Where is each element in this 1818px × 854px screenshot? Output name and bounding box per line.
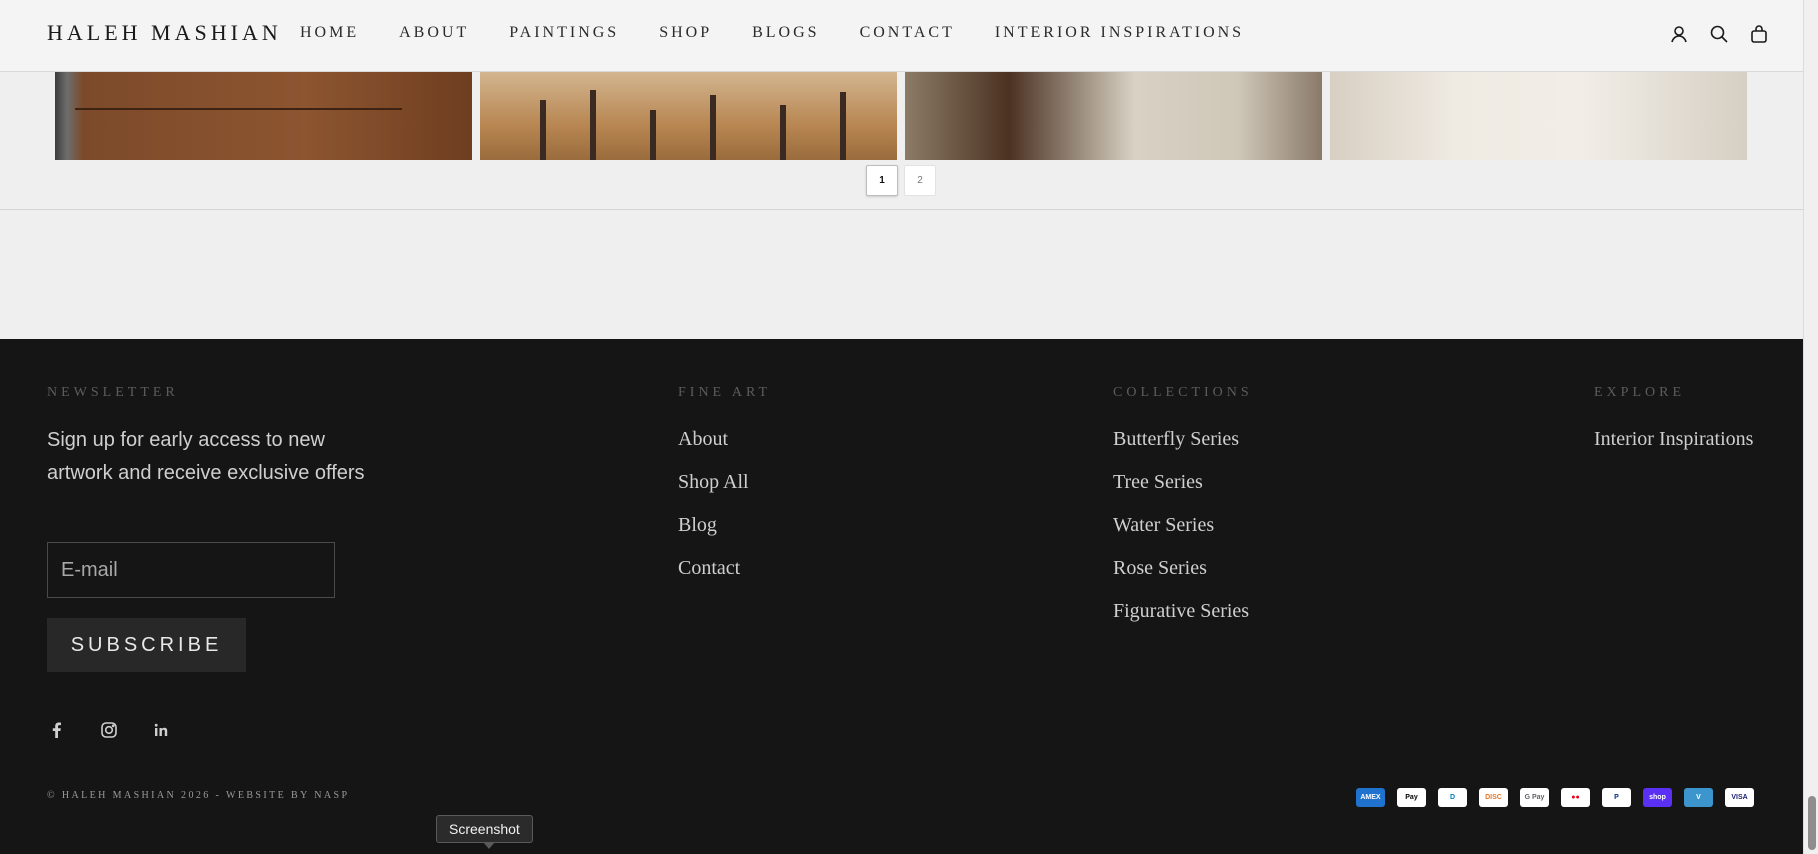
footer-link-butterfly-series[interactable]: Butterfly Series [1113,427,1249,470]
copyright-text: © HALEH MASHIAN 2026 - WEBSITE BY NASP [47,790,350,801]
scrollbar-thumb[interactable] [1808,796,1816,850]
nav-contact[interactable]: CONTACT [860,24,955,42]
gallery-image-lounge[interactable] [905,72,1322,160]
account-icon[interactable] [1669,24,1689,44]
page-button-1[interactable]: 1 [866,165,898,196]
explore-title: EXPLORE [1594,385,1685,400]
social-links [47,720,171,740]
gallery-image-dresser[interactable] [55,72,472,160]
instagram-icon[interactable] [99,720,119,740]
explore-links: Interior Inspirations [1594,427,1753,470]
nav-interior-inspirations[interactable]: INTERIOR INSPIRATIONS [995,24,1244,42]
footer-link-figurative-series[interactable]: Figurative Series [1113,599,1249,642]
pagination: 1 2 [866,165,936,196]
email-field[interactable] [47,542,335,598]
nav-shop[interactable]: SHOP [659,24,712,42]
nav-blogs[interactable]: BLOGS [752,24,819,42]
amex-icon: AMEX [1356,788,1385,807]
facebook-icon[interactable] [47,720,67,740]
nav-home[interactable]: HOME [300,24,359,42]
page-button-2[interactable]: 2 [904,165,936,196]
footer-link-rose-series[interactable]: Rose Series [1113,556,1249,599]
site-logo[interactable]: HALEH MASHIAN [47,20,282,46]
gallery-image-living-room[interactable] [1330,72,1747,160]
payment-methods: AMEX Pay D DISC G Pay ●● Pshop V VISA [1356,788,1754,807]
apple-pay-icon: Pay [1397,788,1426,807]
fine-art-links: About Shop All Blog Contact [678,427,749,599]
footer-link-tree-series[interactable]: Tree Series [1113,470,1249,513]
page-scrollbar[interactable] [1803,0,1818,854]
cart-icon[interactable] [1749,24,1769,44]
collections-title: COLLECTIONS [1113,385,1253,400]
newsletter-text: Sign up for early access to new artwork … [47,429,365,484]
header-actions [1669,24,1769,44]
gallery-grid [55,72,1747,160]
screenshot-tooltip: Screenshot [436,815,533,849]
nav-about[interactable]: ABOUT [399,24,469,42]
footer-link-interior-inspirations[interactable]: Interior Inspirations [1594,427,1753,470]
search-icon[interactable] [1709,24,1729,44]
fine-art-title: FINE ART [678,385,771,400]
mastercard-icon: ●● [1561,788,1590,807]
discover-icon: DISC [1479,788,1508,807]
visa-icon: VISA [1725,788,1754,807]
main-nav: HOME ABOUT PAINTINGS SHOP BLOGS CONTACT … [300,24,1284,42]
footer-link-water-series[interactable]: Water Series [1113,513,1249,556]
footer-link-shop-all[interactable]: Shop All [678,470,749,513]
linkedin-icon[interactable] [151,720,171,740]
diners-icon: D [1438,788,1467,807]
gallery-image-dining-room[interactable] [480,72,897,160]
site-header: HALEH MASHIAN HOME ABOUT PAINTINGS SHOP … [0,0,1803,72]
shop-pay-icon: shop [1643,788,1672,807]
collections-links: Butterfly Series Tree Series Water Serie… [1113,427,1249,642]
section-divider [0,209,1803,210]
newsletter-title: NEWSLETTER [47,385,179,400]
footer-link-blog[interactable]: Blog [678,513,749,556]
footer-link-about[interactable]: About [678,427,749,470]
google-pay-icon: G Pay [1520,788,1549,807]
footer-link-contact[interactable]: Contact [678,556,749,599]
venmo-icon: V [1684,788,1713,807]
nav-paintings[interactable]: PAINTINGS [509,24,619,42]
subscribe-button[interactable]: SUBSCRIBE [47,618,246,672]
paypal-icon: P [1602,788,1631,807]
site-footer: NEWSLETTER Sign up for early access to n… [0,339,1803,854]
